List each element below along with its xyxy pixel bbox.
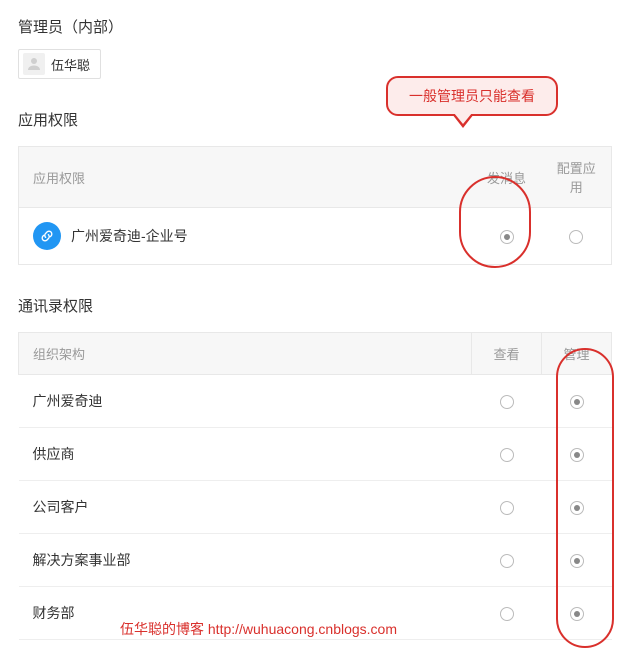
contact-permissions-table-wrap: 组织架构 查看 管理 广州爱奇迪供应商公司客户解决方案事业部财务部 [0, 332, 630, 654]
col-header-manage: 管理 [542, 333, 612, 375]
radio-view[interactable] [500, 395, 514, 409]
radio-manage[interactable] [570, 501, 584, 515]
contact-permissions-section: 通讯录权限 [0, 279, 630, 332]
radio-manage[interactable] [570, 607, 584, 621]
section-title-contact-perm: 通讯录权限 [18, 295, 612, 316]
radio-config[interactable] [569, 230, 583, 244]
col-header-view: 查看 [472, 333, 542, 375]
radio-manage[interactable] [570, 395, 584, 409]
org-name: 公司客户 [19, 481, 472, 534]
avatar [23, 53, 45, 75]
radio-view[interactable] [500, 448, 514, 462]
contact-permissions-table: 组织架构 查看 管理 广州爱奇迪供应商公司客户解决方案事业部财务部 [18, 332, 612, 640]
radio-view[interactable] [500, 607, 514, 621]
table-row: 广州爱奇迪 [19, 375, 612, 428]
table-row: 公司客户 [19, 481, 612, 534]
radio-view[interactable] [500, 554, 514, 568]
app-permissions-table: 应用权限 发消息 配置应用 广州爱奇迪-企业号 [18, 146, 612, 265]
radio-send[interactable] [500, 230, 514, 244]
table-row: 供应商 [19, 428, 612, 481]
col-header-app-name: 应用权限 [19, 147, 472, 208]
callout-bubble: 一般管理员只能查看 [386, 76, 558, 116]
watermark: 伍华聪的博客 http://wuhuacong.cnblogs.com [120, 619, 397, 639]
table-row: 解决方案事业部 [19, 534, 612, 587]
app-icon [33, 222, 61, 250]
admin-name: 伍华聪 [51, 55, 90, 74]
radio-manage[interactable] [570, 448, 584, 462]
org-name: 供应商 [19, 428, 472, 481]
app-name: 广州爱奇迪-企业号 [71, 226, 188, 246]
chain-icon [39, 228, 55, 244]
radio-view[interactable] [500, 501, 514, 515]
col-header-send: 发消息 [472, 147, 542, 208]
org-name: 广州爱奇迪 [19, 375, 472, 428]
col-header-org: 组织架构 [19, 333, 472, 375]
table-row: 广州爱奇迪-企业号 [19, 208, 612, 265]
admin-chip[interactable]: 伍华聪 [18, 49, 101, 79]
app-row: 广州爱奇迪-企业号 [33, 222, 458, 250]
app-permissions-table-wrap: 应用权限 发消息 配置应用 广州爱奇迪-企业号 [0, 146, 630, 279]
radio-manage[interactable] [570, 554, 584, 568]
section-title-admins: 管理员（内部） [18, 16, 612, 37]
callout-text: 一般管理员只能查看 [409, 88, 535, 104]
col-header-config: 配置应用 [542, 147, 612, 208]
person-icon [25, 55, 43, 73]
org-name: 解决方案事业部 [19, 534, 472, 587]
